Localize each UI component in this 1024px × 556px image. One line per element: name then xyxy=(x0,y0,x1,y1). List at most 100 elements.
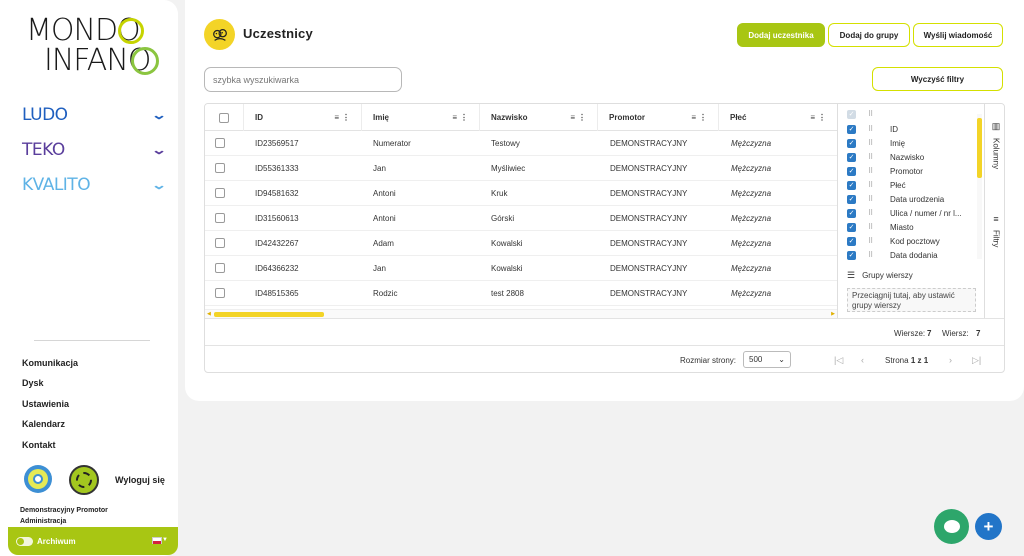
add-floating-button[interactable]: + xyxy=(975,513,1002,540)
table-row[interactable]: ID64366232 Jan Kowalski DEMONSTRACYJNY M… xyxy=(205,256,837,281)
row-groups-drop-zone[interactable]: Przeciągnij tutaj, aby ustawić grupy wier… xyxy=(847,288,976,312)
column-menu-icon[interactable]: ≡⋮ xyxy=(570,113,589,122)
checkbox-icon[interactable]: ✓ xyxy=(847,152,856,162)
column-toggle[interactable]: ✓ ⠿ Imię xyxy=(847,136,905,150)
menu-dysk[interactable]: Dysk xyxy=(22,378,44,388)
nav-teko[interactable]: TEKO ⌄ xyxy=(22,140,167,160)
page-indicator: Strona 1 z 1 xyxy=(885,356,928,365)
clear-filters-button[interactable]: Wyczyść filtry xyxy=(872,67,1003,91)
nav-ludo[interactable]: LUDO ⌄ xyxy=(22,105,167,125)
drag-handle-icon[interactable]: ⠿ xyxy=(868,153,890,161)
user-avatar[interactable] xyxy=(69,465,99,495)
column-toggle[interactable]: ✓ ⠿ Promotor xyxy=(847,164,923,178)
drag-handle-icon[interactable]: ⠿ xyxy=(868,209,890,217)
first-page-icon[interactable]: |◁ xyxy=(834,355,843,366)
checkbox-icon[interactable]: ✓ xyxy=(847,250,856,260)
checkbox-icon[interactable]: ✓ xyxy=(847,166,856,176)
column-toggle[interactable]: ✓ ⠿ Ulica / numer / nr l... xyxy=(847,206,962,220)
column-header-plec[interactable]: Płeć ≡⋮ xyxy=(718,104,837,131)
table-row[interactable]: ID23569517 Numerator Testowy DEMONSTRACY… xyxy=(205,131,837,156)
row-checkbox[interactable] xyxy=(215,263,225,273)
tab-columns[interactable]: ▥ Kolumny xyxy=(985,121,1004,169)
column-toggle[interactable]: ✓ ⠿ Miasto xyxy=(847,220,914,234)
drag-handle-icon[interactable]: ⠿ xyxy=(868,139,890,147)
vertical-scroll-thumb[interactable] xyxy=(977,118,982,178)
archive-toggle[interactable] xyxy=(16,536,33,546)
menu-kontakt[interactable]: Kontakt xyxy=(22,440,56,450)
drag-handle-icon[interactable]: ⠿ xyxy=(868,167,890,175)
column-toggle[interactable]: ✓ ⠿ Nazwisko xyxy=(847,150,924,164)
language-chevron-icon[interactable]: ▼ xyxy=(162,537,168,543)
cell-promotor: DEMONSTRACYJNY xyxy=(610,289,688,298)
drag-handle-icon[interactable]: ⠿ xyxy=(868,251,890,259)
prev-page-icon[interactable]: ‹ xyxy=(861,355,864,365)
promoter-avatar[interactable] xyxy=(24,465,52,493)
table-row[interactable]: ID31560613 Antoni Górski DEMONSTRACYJNY … xyxy=(205,206,837,231)
column-menu-icon[interactable]: ≡⋮ xyxy=(452,113,471,122)
checkbox-icon[interactable]: ✓ xyxy=(847,236,856,246)
drag-handle-icon[interactable]: ⠿ xyxy=(868,181,890,189)
row-checkbox[interactable] xyxy=(215,238,225,248)
vertical-scrollbar[interactable] xyxy=(977,114,982,259)
row-checkbox[interactable] xyxy=(215,288,225,298)
drag-handle-icon[interactable]: ⠿ xyxy=(868,237,890,245)
nav-kvalito[interactable]: KVALITO ⌄ xyxy=(22,175,167,195)
brand-logo[interactable]: MONDO INFANO xyxy=(26,16,159,80)
horizontal-scrollbar[interactable]: ◀ ▶ xyxy=(205,309,837,318)
horizontal-scroll-thumb[interactable] xyxy=(214,312,324,317)
column-header-id[interactable]: ID ≡⋮ xyxy=(243,104,361,131)
select-all-checkbox[interactable] xyxy=(219,112,229,123)
column-toggle[interactable]: ✓ ⠿ Płeć xyxy=(847,178,906,192)
column-toggle-label: ID xyxy=(890,124,898,134)
menu-kalendarz[interactable]: Kalendarz xyxy=(22,419,65,429)
page-size-select[interactable]: 500 ⌄ xyxy=(743,351,791,368)
row-checkbox[interactable] xyxy=(215,138,225,148)
column-menu-icon[interactable]: ≡⋮ xyxy=(334,113,353,122)
scroll-right-icon[interactable]: ▶ xyxy=(831,311,835,317)
column-header-imie[interactable]: Imię ≡⋮ xyxy=(361,104,479,131)
tab-filters[interactable]: ≡ Filtry xyxy=(985,214,1004,247)
chat-button[interactable] xyxy=(934,509,969,544)
avatar-inner xyxy=(28,469,48,489)
scroll-left-icon[interactable]: ◀ xyxy=(207,311,211,317)
column-toggle[interactable]: ✓ ⠿ Data dodania xyxy=(847,248,938,262)
table-row[interactable]: ID55361333 Jan Myśliwiec DEMONSTRACYJNY … xyxy=(205,156,837,181)
checkbox-icon[interactable]: ✓ xyxy=(847,208,856,218)
row-checkbox[interactable] xyxy=(215,213,225,223)
drag-handle-icon[interactable]: ⠿ xyxy=(868,223,890,231)
column-header-nazwisko[interactable]: Nazwisko ≡⋮ xyxy=(479,104,597,131)
quick-search-input[interactable] xyxy=(204,67,402,92)
menu-ustawienia[interactable]: Ustawienia xyxy=(22,399,69,409)
next-page-icon[interactable]: › xyxy=(949,355,952,365)
polish-flag-icon[interactable] xyxy=(152,537,162,544)
table-row[interactable]: ID42432267 Adam Kowalski DEMONSTRACYJNY … xyxy=(205,231,837,256)
checkbox-icon[interactable]: ✓ xyxy=(847,124,856,134)
add-to-group-button[interactable]: Dodaj do grupy xyxy=(828,23,910,47)
add-participant-button[interactable]: Dodaj uczestnika xyxy=(737,23,825,47)
column-toggle[interactable]: ✓ ⠿ Data urodzenia xyxy=(847,192,944,206)
send-message-button[interactable]: Wyślij wiadomość xyxy=(913,23,1003,47)
cell-promotor: DEMONSTRACYJNY xyxy=(610,264,688,273)
column-toggle[interactable]: ✓ ⠿ ID xyxy=(847,122,898,136)
checkbox-icon[interactable]: ✓ xyxy=(847,194,856,204)
checkbox-icon[interactable]: ✓ xyxy=(847,222,856,232)
column-toggle[interactable]: ✓ ⠿ Kod pocztowy xyxy=(847,234,940,248)
table-row[interactable]: ID48515365 Rodzic test 2808 DEMONSTRACYJ… xyxy=(205,281,837,306)
column-menu-icon[interactable]: ≡⋮ xyxy=(691,113,710,122)
drag-handle-icon[interactable]: ⠿ xyxy=(868,110,890,118)
row-checkbox[interactable] xyxy=(215,163,225,173)
sidebar: MONDO INFANO LUDO ⌄ TEKO ⌄ KVALITO ⌄ Kom… xyxy=(0,0,178,556)
logout-link[interactable]: Wyloguj się xyxy=(115,475,165,485)
row-checkbox[interactable] xyxy=(215,188,225,198)
column-menu-icon[interactable]: ≡⋮ xyxy=(810,113,829,122)
table-row[interactable]: ID94581632 Antoni Kruk DEMONSTRACYJNY Mę… xyxy=(205,181,837,206)
menu-komunikacja[interactable]: Komunikacja xyxy=(22,358,78,368)
checkbox-icon[interactable]: ✓ xyxy=(847,180,856,190)
column-toggle-all[interactable]: ✓ ⠿ xyxy=(847,107,890,121)
last-page-icon[interactable]: ▷| xyxy=(972,355,981,366)
column-header-promotor[interactable]: Promotor ≡⋮ xyxy=(597,104,718,131)
checkbox-icon[interactable]: ✓ xyxy=(847,109,856,119)
drag-handle-icon[interactable]: ⠿ xyxy=(868,195,890,203)
checkbox-icon[interactable]: ✓ xyxy=(847,138,856,148)
drag-handle-icon[interactable]: ⠿ xyxy=(868,125,890,133)
